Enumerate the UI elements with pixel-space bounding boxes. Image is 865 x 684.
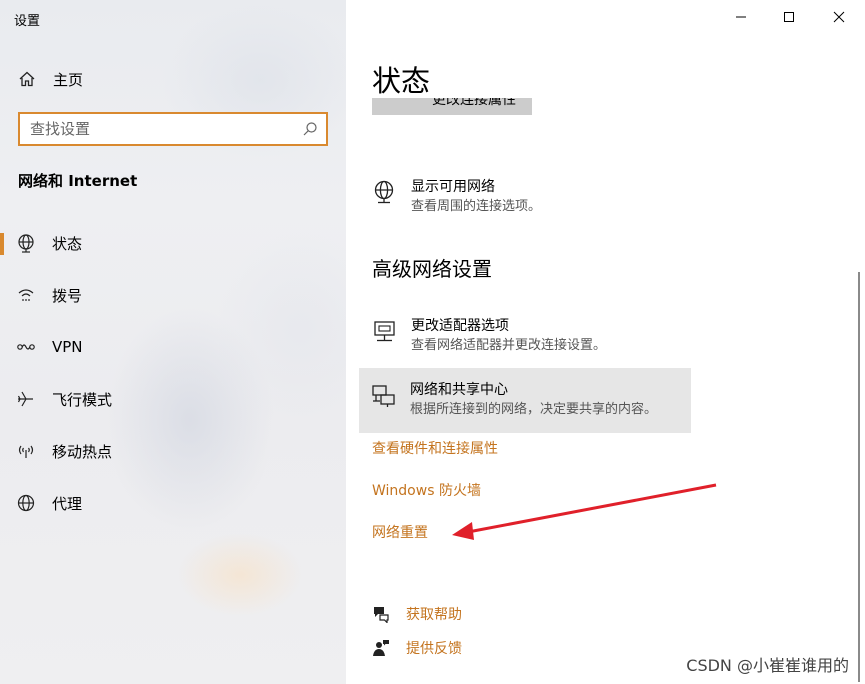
sidebar-item-label: 飞行模式 <box>52 390 113 409</box>
help-chat-icon <box>374 607 389 623</box>
sidebar-item-label: 移动热点 <box>52 442 113 461</box>
feedback-link[interactable]: 提供反馈 <box>372 638 462 658</box>
sharing-center-icon <box>372 385 395 407</box>
main-content: 状态 更改连接属性 显示可用网络 查看周围的连接选项。 高级网络设置 更改适配器… <box>346 0 865 684</box>
airplane-icon <box>17 391 33 407</box>
search-input[interactable] <box>30 120 302 138</box>
change-connection-properties-button[interactable]: 更改连接属性 <box>372 98 532 115</box>
advanced-settings-heading: 高级网络设置 <box>372 257 492 281</box>
minimize-button[interactable] <box>718 0 764 34</box>
sidebar-home[interactable]: 主页 <box>18 66 83 92</box>
vpn-icon <box>17 344 35 350</box>
network-sharing-center[interactable]: 网络和共享中心 根据所连接到的网络，决定要共享的内容。 <box>359 368 691 433</box>
minimize-icon <box>736 16 746 18</box>
hotspot-icon <box>18 445 34 458</box>
home-label: 主页 <box>53 70 84 89</box>
sidebar-item-proxy[interactable]: 代理 <box>0 483 346 523</box>
globe-network-icon <box>374 180 394 204</box>
feedback-icon <box>373 640 389 656</box>
option-subtitle: 查看周围的连接选项。 <box>411 199 542 214</box>
sidebar-item-hotspot[interactable]: 移动热点 <box>0 431 346 471</box>
sidebar-item-vpn[interactable]: VPN <box>0 327 346 367</box>
window-title: 设置 <box>14 14 41 29</box>
sidebar-item-label: 状态 <box>52 234 83 253</box>
sidebar-item-label: VPN <box>52 338 83 356</box>
hardware-properties-link[interactable]: 查看硬件和连接属性 <box>372 438 498 458</box>
globe-icon <box>17 494 35 512</box>
sidebar-item-label: 代理 <box>52 494 83 513</box>
option-title: 更改适配器选项 <box>411 318 509 334</box>
get-help-link[interactable]: 获取帮助 <box>372 604 462 624</box>
option-subtitle: 查看网络适配器并更改连接设置。 <box>411 338 607 353</box>
globe-status-icon <box>18 234 34 253</box>
search-icon[interactable] <box>302 121 318 137</box>
option-title: 显示可用网络 <box>411 179 495 195</box>
maximize-button[interactable] <box>766 0 812 34</box>
maximize-icon <box>784 12 794 22</box>
help-label: 获取帮助 <box>406 607 462 623</box>
section-title: 网络和 Internet <box>18 172 138 190</box>
windows-firewall-link[interactable]: Windows 防火墙 <box>372 480 481 500</box>
adapter-icon <box>374 321 395 342</box>
option-subtitle: 根据所连接到的网络，决定要共享的内容。 <box>410 402 658 417</box>
sidebar-item-status[interactable]: 状态 <box>0 223 346 263</box>
home-icon <box>19 71 35 87</box>
close-button[interactable] <box>816 0 862 34</box>
change-adapter-options[interactable]: 更改适配器选项 查看网络适配器并更改连接设置。 <box>360 309 618 363</box>
scrollbar[interactable] <box>858 272 860 682</box>
button-label: 更改连接属性 <box>432 98 516 108</box>
sidebar-item-airplane[interactable]: 飞行模式 <box>0 379 346 419</box>
search-box[interactable] <box>18 112 328 146</box>
sidebar: 设置 主页 网络和 Internet 状态 拨号 <box>0 0 346 684</box>
sidebar-item-dialup[interactable]: 拨号 <box>0 275 346 315</box>
sidebar-item-label: 拨号 <box>52 286 83 305</box>
show-available-networks[interactable]: 显示可用网络 查看周围的连接选项。 <box>360 170 553 224</box>
watermark: CSDN @小崔崔谁用的 <box>686 656 849 675</box>
page-title: 状态 <box>372 64 431 98</box>
dialup-icon <box>18 289 34 301</box>
option-title: 网络和共享中心 <box>410 382 508 398</box>
feedback-label: 提供反馈 <box>406 641 462 657</box>
network-reset-link[interactable]: 网络重置 <box>372 522 428 542</box>
close-icon <box>833 11 845 23</box>
